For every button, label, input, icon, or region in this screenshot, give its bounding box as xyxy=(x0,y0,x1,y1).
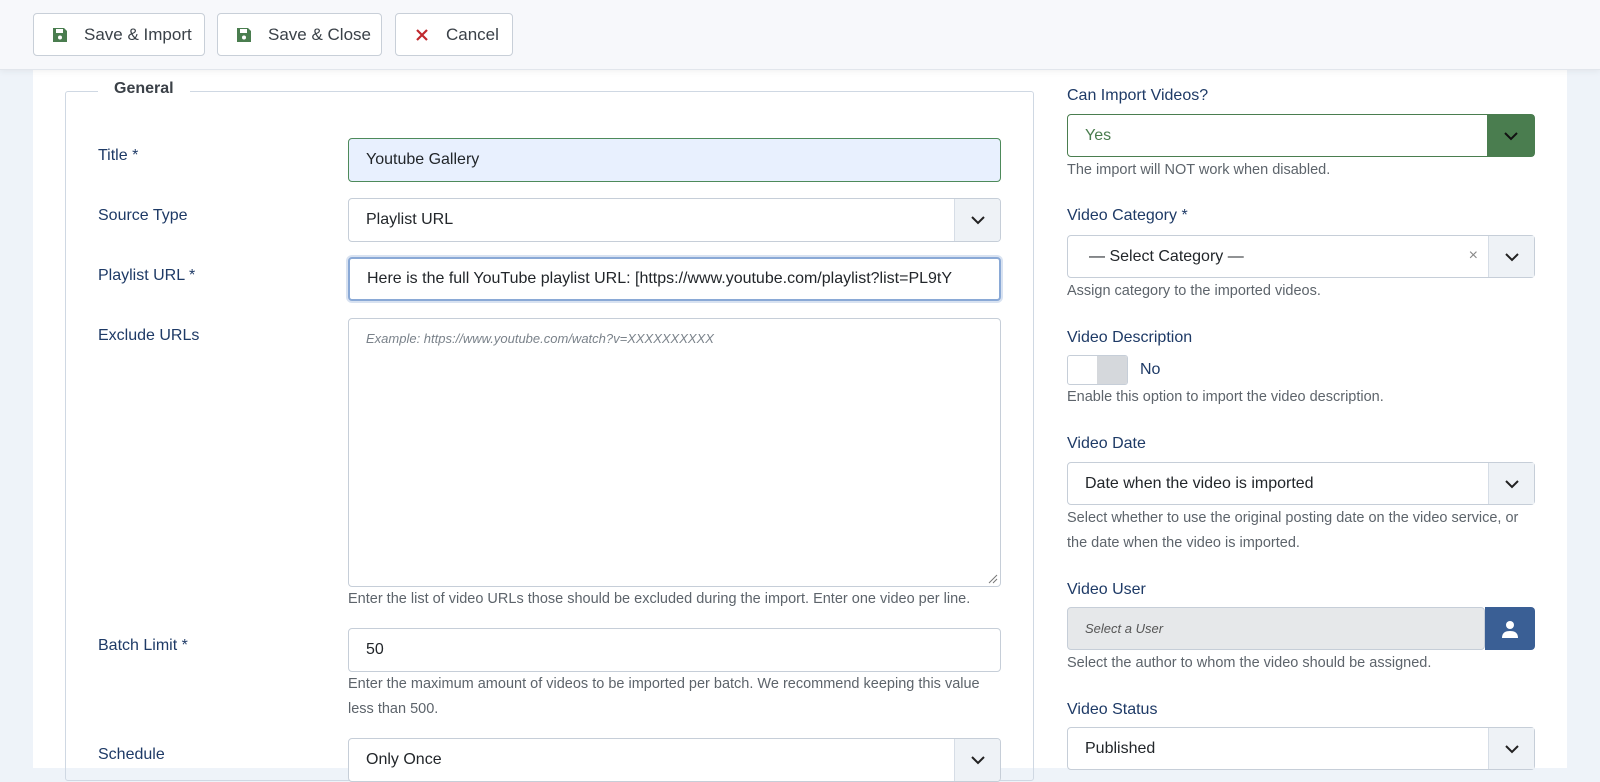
schedule-value: Only Once xyxy=(366,751,442,768)
video-date-select[interactable]: Date when the video is imported xyxy=(1067,462,1535,505)
video-date-label: Video Date xyxy=(1067,435,1146,452)
clear-icon[interactable]: × xyxy=(1469,247,1478,265)
schedule-label: Schedule xyxy=(98,746,165,763)
video-description-help: Enable this option to import the video d… xyxy=(1067,389,1384,405)
video-category-label: Video Category * xyxy=(1067,207,1188,224)
cancel-button[interactable]: Cancel xyxy=(395,13,513,56)
chevron-down-icon xyxy=(1487,115,1534,156)
exclude-urls-placeholder: Example: https://www.youtube.com/watch?v… xyxy=(366,331,714,346)
select-user-button[interactable] xyxy=(1485,607,1535,650)
title-label: Title * xyxy=(98,147,139,164)
exclude-urls-textarea[interactable]: Example: https://www.youtube.com/watch?v… xyxy=(348,318,1001,587)
exclude-urls-help: Enter the list of video URLs those shoul… xyxy=(348,591,971,607)
title-value: Youtube Gallery xyxy=(366,151,480,168)
toggle-knob xyxy=(1097,356,1127,384)
batch-limit-label: Batch Limit * xyxy=(98,637,188,654)
video-user-placeholder: Select a User xyxy=(1085,621,1164,636)
can-import-help: The import will NOT work when disabled. xyxy=(1067,162,1331,178)
save-close-label: Save & Close xyxy=(268,24,371,44)
chevron-down-icon xyxy=(954,739,1000,781)
video-status-label: Video Status xyxy=(1067,701,1158,718)
save-close-button[interactable]: Save & Close xyxy=(217,13,382,56)
can-import-select[interactable]: Yes xyxy=(1067,114,1535,157)
video-status-select[interactable]: Published xyxy=(1067,727,1535,770)
close-icon xyxy=(414,27,430,43)
batch-limit-value: 50 xyxy=(366,641,384,658)
video-user-input[interactable]: Select a User xyxy=(1067,607,1485,650)
save-import-button[interactable]: Save & Import xyxy=(33,13,205,56)
video-category-select[interactable]: — Select Category — × xyxy=(1067,235,1535,278)
chevron-down-icon xyxy=(1488,463,1534,504)
chevron-down-icon xyxy=(1488,236,1534,277)
video-category-help: Assign category to the imported videos. xyxy=(1067,283,1321,299)
chevron-down-icon xyxy=(954,199,1000,241)
batch-limit-help: Enter the maximum amount of videos to be… xyxy=(348,676,980,717)
video-category-value: — Select Category — xyxy=(1089,247,1244,265)
save-icon xyxy=(52,27,68,43)
video-user-label: Video User xyxy=(1067,581,1146,598)
source-type-label: Source Type xyxy=(98,207,188,224)
video-date-value: Date when the video is imported xyxy=(1085,474,1314,492)
resize-handle-icon[interactable] xyxy=(988,574,998,584)
video-user-help: Select the author to whom the video shou… xyxy=(1067,655,1432,671)
toolbar: Save & Import Save & Close Cancel xyxy=(0,0,1600,70)
playlist-url-input[interactable]: Here is the full YouTube playlist URL: [… xyxy=(348,257,1001,301)
playlist-url-value: Here is the full YouTube playlist URL: [… xyxy=(367,270,953,287)
save-import-label: Save & Import xyxy=(84,24,192,44)
chevron-down-icon xyxy=(1488,728,1534,769)
source-type-select[interactable]: Playlist URL xyxy=(348,198,1001,242)
save-icon xyxy=(236,27,252,43)
can-import-value: Yes xyxy=(1085,126,1112,144)
schedule-select[interactable]: Only Once xyxy=(348,738,1001,782)
video-status-value: Published xyxy=(1085,739,1156,757)
playlist-url-label: Playlist URL * xyxy=(98,267,196,284)
title-input[interactable]: Youtube Gallery xyxy=(348,138,1001,182)
video-description-value: No xyxy=(1140,361,1161,378)
video-description-label: Video Description xyxy=(1067,329,1193,346)
video-description-toggle[interactable] xyxy=(1067,355,1128,385)
fieldset-legend: General xyxy=(98,80,190,98)
user-icon xyxy=(1502,620,1518,638)
source-type-value: Playlist URL xyxy=(366,211,454,228)
batch-limit-input[interactable]: 50 xyxy=(348,628,1001,672)
cancel-label: Cancel xyxy=(446,24,499,44)
video-date-help: Select whether to use the original posti… xyxy=(1067,510,1519,551)
exclude-urls-label: Exclude URLs xyxy=(98,327,200,344)
can-import-label: Can Import Videos? xyxy=(1067,87,1209,104)
